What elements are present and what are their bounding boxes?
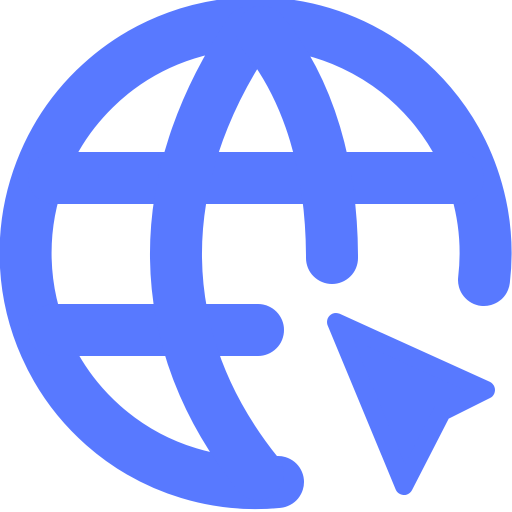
- globe-meridian-right: [236, 6, 358, 284]
- icon-canvas: [0, 0, 512, 512]
- globe-meridian-left: [150, 6, 284, 500]
- globe-with-cursor-icon: [0, 0, 512, 510]
- cursor-arrow-icon: [327, 313, 495, 495]
